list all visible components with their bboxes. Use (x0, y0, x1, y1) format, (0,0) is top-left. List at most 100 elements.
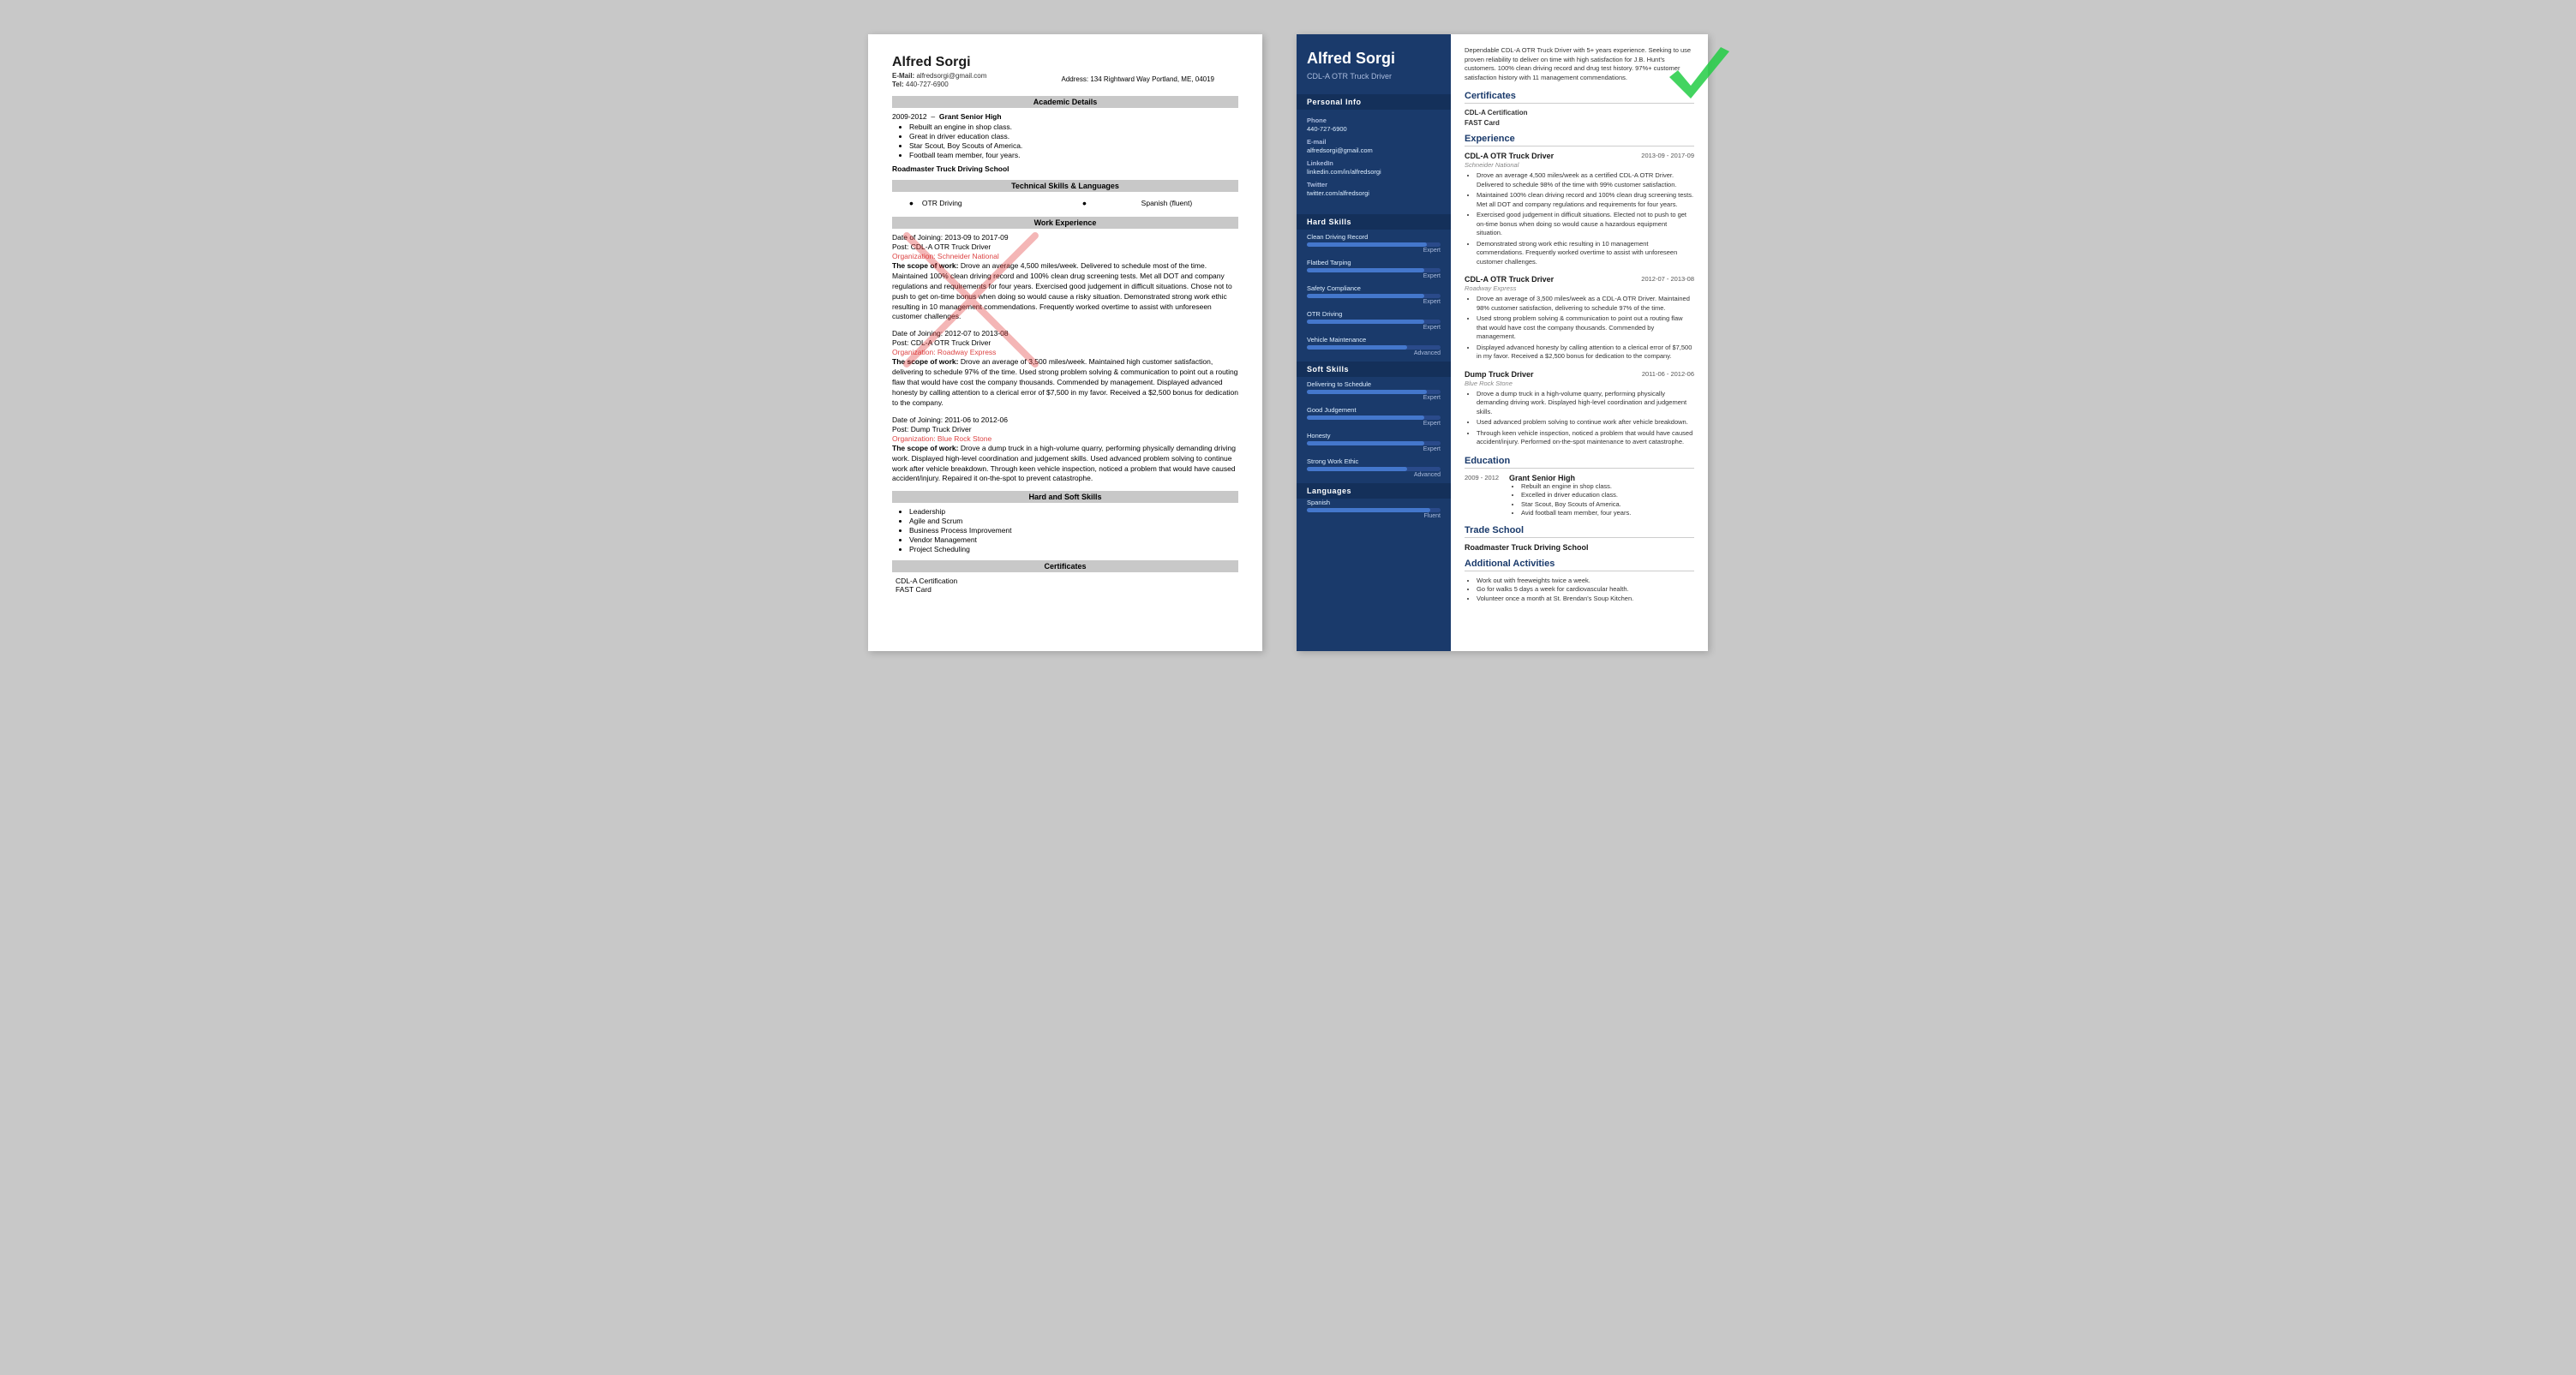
exp2-b2: Used strong problem solving & communicat… (1477, 314, 1694, 342)
certs-list: CDL-A Certification FAST Card (896, 577, 1238, 594)
academic-bullet-1: Rebuilt an engine in shop class. (909, 123, 1238, 131)
hard-skill-2: Agile and Scrum (909, 517, 1238, 525)
technical-section-header: Technical Skills & Languages (892, 180, 1238, 192)
exp3-title: Dump Truck Driver (1465, 370, 1534, 379)
hard-skill-bar-2: Flatbed Tarping Expert (1307, 259, 1441, 279)
work1-scope-text: Drove an average 4,500 miles/week. Deliv… (892, 261, 1232, 320)
exp1-org: Schneider National (1465, 161, 1694, 169)
right-certs-title: Certificates (1465, 91, 1694, 104)
email-value: alfredsorgi@gmail.com (916, 72, 986, 80)
address-label: Address: (1062, 75, 1089, 83)
add-b1: Work out with freeweights twice a week. (1477, 577, 1694, 586)
hard-skill-4: Vendor Management (909, 535, 1238, 544)
soft-skills-sidebar-title: Soft Skills (1297, 362, 1451, 377)
linkedin-label: LinkedIn (1307, 159, 1441, 167)
exp3-bullets: Drove a dump truck in a high-volume quar… (1477, 390, 1694, 447)
hard-skills-bars: Clean Driving Record Expert Flatbed Tarp… (1297, 230, 1451, 356)
sskill-name-1: Delivering to Schedule (1307, 380, 1441, 388)
hskill-label-5: Advanced (1307, 350, 1441, 356)
exp-entry-2: CDL-A OTR Truck Driver 2012-07 - 2013-08… (1465, 275, 1694, 362)
roadmaster: Roadmaster Truck Driving School (892, 164, 1238, 173)
work-section-header: Work Experience (892, 217, 1238, 229)
work1-post: Post: CDL-A OTR Truck Driver (892, 242, 1238, 251)
hard-skill-1: Leadership (909, 507, 1238, 516)
hard-skills-list: Leadership Agile and Scrum Business Proc… (909, 507, 1238, 553)
exp1-b2: Maintained 100% clean driving record and… (1477, 191, 1694, 209)
hard-skill-bar-5: Vehicle Maintenance Advanced (1307, 336, 1441, 356)
hard-skill-3: Business Process Improvement (909, 526, 1238, 535)
lang-label-1: Fluent (1307, 513, 1441, 519)
sidebar-linkedin: LinkedIn linkedin.com/in/alfredsorgi (1307, 159, 1441, 176)
edu-b1: Rebuilt an engine in shop class. (1521, 482, 1631, 492)
hskill-name-1: Clean Driving Record (1307, 233, 1441, 241)
lang-bar-1: Spanish Fluent (1297, 499, 1451, 519)
academic-bullets: Rebuilt an engine in shop class. Great i… (909, 123, 1238, 159)
left-address: Address: 134 Rightward Way Portland, ME,… (1062, 75, 1214, 83)
work-entry-2: Date of Joining: 2012-07 to 2013-08 Post… (892, 329, 1238, 408)
trade-school-name: Roadmaster Truck Driving School (1465, 543, 1694, 552)
exp2-dates: 2012-07 - 2013-08 (1641, 275, 1694, 284)
hskill-name-2: Flatbed Tarping (1307, 259, 1441, 266)
academic-school: Grant Senior High (939, 112, 1002, 121)
hard-skill-bar-1: Clean Driving Record Expert (1307, 233, 1441, 254)
add-b3: Volunteer once a month at St. Brendan's … (1477, 595, 1694, 604)
right-main-content: Dependable CDL-A OTR Truck Driver with 5… (1451, 34, 1708, 651)
edu-bullets: Rebuilt an engine in shop class. Excelle… (1521, 482, 1631, 518)
sskill-label-4: Advanced (1307, 472, 1441, 478)
certs-section-header: Certificates (892, 560, 1238, 572)
work1-scope: The scope of work: Drove an average 4,50… (892, 261, 1238, 322)
sidebar-personal-info-title: Personal Info (1297, 94, 1451, 110)
exp1-b3: Exercised good judgement in difficult si… (1477, 211, 1694, 238)
work3-scope: The scope of work: Drove a dump truck in… (892, 444, 1238, 485)
email-pi-value: alfredsorgi@gmail.com (1307, 146, 1441, 154)
work2-post: Post: CDL-A OTR Truck Driver (892, 338, 1238, 347)
edu-school: Grant Senior High (1509, 474, 1631, 482)
hskill-label-4: Expert (1307, 325, 1441, 331)
sidebar-twitter: Twitter twitter.com/alfredsorgi (1307, 181, 1441, 197)
exp2-org: Roadway Express (1465, 284, 1694, 292)
academic-bullet-4: Football team member, four years. (909, 151, 1238, 159)
work1-org: Organization: Schneider National (892, 252, 1238, 260)
personal-info-block: Phone 440-727-6900 E-mail alfredsorgi@gm… (1297, 110, 1451, 209)
exp1-title: CDL-A OTR Truck Driver (1465, 152, 1554, 160)
lang-name-1: Spanish (1307, 499, 1441, 506)
exp3-b3: Through keen vehicle inspection, noticed… (1477, 429, 1694, 447)
right-resume: Alfred Sorgi CDL-A OTR Truck Driver Pers… (1297, 34, 1708, 651)
trade-school-title: Trade School (1465, 525, 1694, 538)
right-edu-title: Education (1465, 456, 1694, 469)
academic-item: 2009-2012 – Grant Senior High (892, 112, 1238, 121)
work-entry-1: Date of Joining: 2013-09 to 2017-09 Post… (892, 233, 1238, 322)
exp3-b1: Drove a dump truck in a high-volume quar… (1477, 390, 1694, 417)
edu-dates: 2009 - 2012 (1465, 474, 1499, 481)
cert-2: FAST Card (896, 585, 1238, 594)
work2-scope: The scope of work: Drove an average of 3… (892, 357, 1238, 408)
soft-skill-bar-1: Delivering to Schedule Expert (1307, 380, 1441, 401)
left-resume: Alfred Sorgi E-Mail: alfredsorgi@gmail.c… (868, 34, 1262, 651)
hskill-label-1: Expert (1307, 248, 1441, 254)
skill-otr: OTR Driving (922, 199, 1065, 207)
work1-scope-label: The scope of work: (892, 261, 958, 270)
add-b2: Go for walks 5 days a week for cardiovas… (1477, 585, 1694, 595)
phone-value: 440-727-6900 (1307, 125, 1441, 133)
sskill-label-3: Expert (1307, 446, 1441, 452)
exp3-b2: Used advanced problem solving to continu… (1477, 418, 1694, 427)
exp1-dates: 2013-09 - 2017-09 (1641, 152, 1694, 160)
hard-skill-bar-4: OTR Driving Expert (1307, 310, 1441, 331)
skill-spanish: Spanish (fluent) (1095, 199, 1238, 207)
exp-entry-1: CDL-A OTR Truck Driver 2013-09 - 2017-09… (1465, 152, 1694, 266)
sskill-label-2: Expert (1307, 421, 1441, 427)
sidebar-full-name: Alfred Sorgi (1307, 50, 1441, 69)
hard-skill-5: Project Scheduling (909, 545, 1238, 553)
work3-org: Organization: Blue Rock Stone (892, 434, 1238, 443)
right-sidebar: Alfred Sorgi CDL-A OTR Truck Driver Pers… (1297, 34, 1451, 651)
email-label: E-Mail: (892, 72, 914, 80)
sidebar-phone: Phone 440-727-6900 (1307, 117, 1441, 133)
exp2-b3: Displayed advanced honesty by calling at… (1477, 344, 1694, 362)
academic-section-header: Academic Details (892, 96, 1238, 108)
sskill-label-1: Expert (1307, 395, 1441, 401)
soft-skill-bar-3: Honesty Expert (1307, 432, 1441, 452)
right-cert-1: CDL-A Certification (1465, 109, 1694, 117)
sidebar-email: E-mail alfredsorgi@gmail.com (1307, 138, 1441, 154)
skill-bullet: • (909, 196, 914, 210)
languages-sidebar-title: Languages (1297, 483, 1451, 499)
